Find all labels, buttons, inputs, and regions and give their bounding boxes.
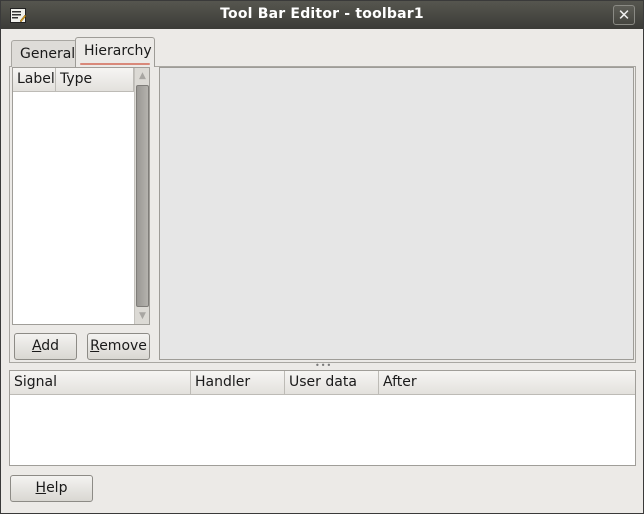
help-button-mnemonic: H — [35, 480, 47, 496]
remove-button[interactable]: Remove — [87, 333, 150, 360]
column-header-user-data[interactable]: User data — [285, 371, 379, 395]
column-header-label[interactable]: Label — [13, 68, 56, 92]
column-header-label-text: Label — [17, 71, 55, 87]
hierarchy-scrollbar[interactable]: ▲ ▼ — [134, 68, 149, 324]
close-icon: ✕ — [617, 6, 631, 24]
properties-panel — [159, 67, 634, 360]
tab-hierarchy-label: Hierarchy — [84, 43, 152, 59]
column-header-handler-text: Handler — [195, 374, 251, 390]
add-button-mnemonic: A — [31, 338, 42, 354]
column-header-user-data-text: User data — [289, 374, 357, 390]
column-header-after-text: After — [383, 374, 417, 390]
tab-general-label: General — [20, 46, 76, 62]
column-header-after[interactable]: After — [379, 371, 635, 395]
scroll-up-icon[interactable]: ▲ — [135, 68, 150, 84]
remove-button-label: emove — [99, 338, 147, 354]
column-header-handler[interactable]: Handler — [191, 371, 285, 395]
tab-general[interactable]: General — [11, 40, 77, 67]
window-title: Tool Bar Editor - toolbar1 — [220, 6, 424, 22]
remove-button-mnemonic: R — [90, 338, 100, 354]
column-header-signal[interactable]: Signal — [10, 371, 191, 395]
add-button-label: dd — [41, 338, 60, 354]
pane-resize-handle[interactable]: ••• — [315, 362, 331, 370]
scroll-thumb[interactable] — [136, 85, 149, 307]
title-bar[interactable]: Tool Bar Editor - toolbar1 ✕ — [1, 1, 643, 29]
close-button[interactable]: ✕ — [613, 5, 635, 25]
tool-bar-editor-window: Tool Bar Editor - toolbar1 ✕ General Hie… — [0, 0, 644, 514]
scroll-down-icon[interactable]: ▼ — [135, 308, 150, 324]
add-button[interactable]: Add — [14, 333, 77, 360]
column-header-type-text: Type — [60, 71, 93, 87]
column-header-signal-text: Signal — [14, 374, 58, 390]
column-header-type[interactable]: Type — [56, 68, 134, 92]
hierarchy-tree[interactable]: Label Type ▲ ▼ — [12, 67, 150, 325]
tab-hierarchy[interactable]: Hierarchy — [75, 37, 155, 67]
help-button-label: elp — [46, 480, 68, 496]
help-button[interactable]: Help — [10, 475, 93, 502]
active-tab-indicator — [80, 63, 150, 65]
signals-table[interactable]: Signal Handler User data After — [9, 370, 636, 466]
